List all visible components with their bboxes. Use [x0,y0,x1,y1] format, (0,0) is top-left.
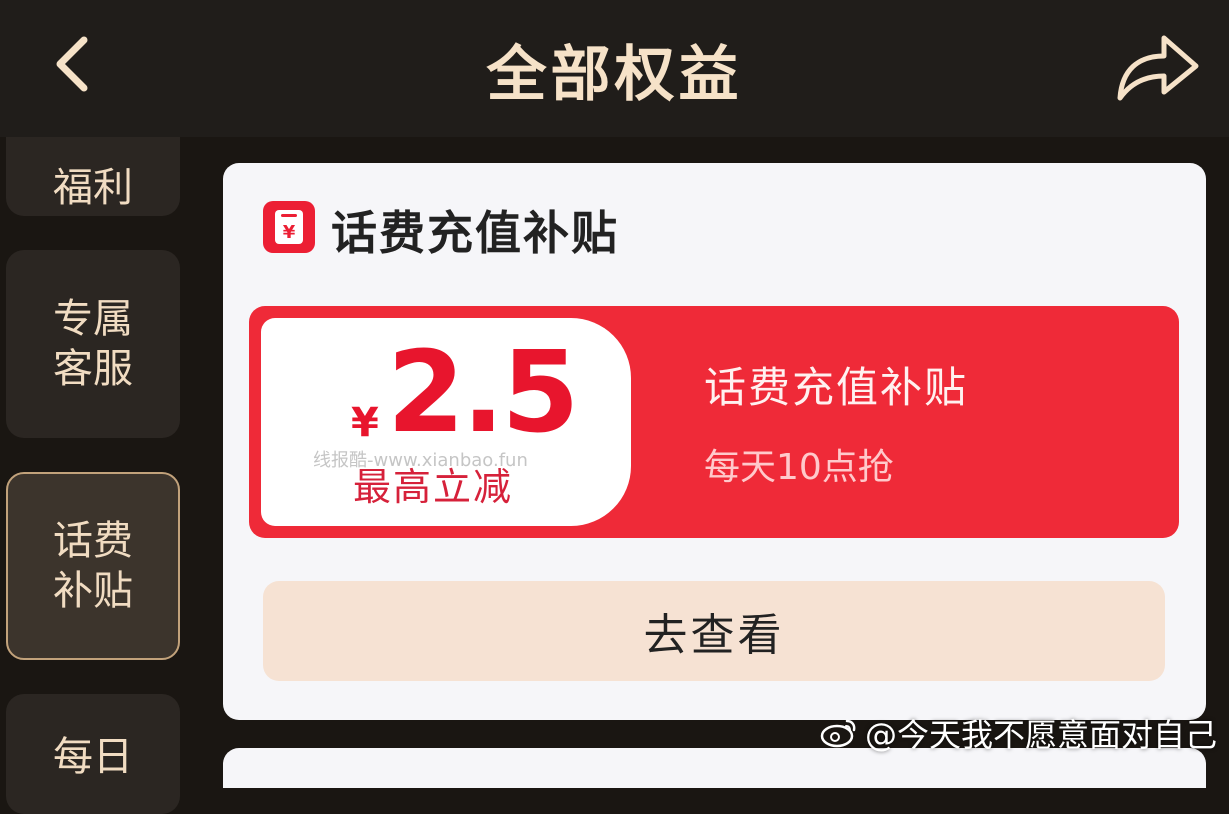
coupon-name: 话费充值补贴 [704,363,969,412]
share-button[interactable] [1110,24,1206,108]
page-title: 全部权益 [486,40,743,110]
subsidy-coupon[interactable]: ¥ 2.5 线报酷-www.xianbao.fun 最高立减 话费充值补贴 每天… [249,306,1179,538]
coupon-subtitle: 最高立减 [353,465,514,509]
coupon-amount: 2.5 [387,328,579,458]
svg-text:¥: ¥ [283,222,296,243]
sidebar-item-phone-subsidy[interactable]: 话费补贴 [6,472,180,660]
weibo-icon [820,719,856,748]
sidebar-item-label: 话费补贴 [53,518,133,614]
view-button[interactable]: 去查看 [263,581,1165,681]
sidebar-item-daily[interactable]: 每日 [6,694,180,814]
benefit-card: ¥ 话费充值补贴 ¥ 2.5 线报酷-www.xianbao.fun 最高立减 … [223,163,1206,720]
currency-symbol: ¥ [351,400,379,446]
share-arrow-icon [1117,35,1199,101]
sidebar-item-label: 福利 [53,165,133,211]
sidebar-item-label: 专属客服 [53,296,133,392]
watermark-author: @今天我不愿意面对自己 [864,716,1217,754]
sidebar-item-customer-service[interactable]: 专属客服 [6,250,180,438]
top-bar: 全部权益 [0,0,1229,137]
yuan-wallet-icon: ¥ [263,201,315,253]
weibo-watermark: @今天我不愿意面对自己 [819,710,1217,756]
coupon-value-panel: ¥ 2.5 线报酷-www.xianbao.fun 最高立减 [261,318,631,526]
coupon-time-note: 每天10点抢 [704,447,894,488]
sidebar-item-label: 每日 [53,734,133,780]
card-title: 话费充值补贴 [331,206,619,260]
